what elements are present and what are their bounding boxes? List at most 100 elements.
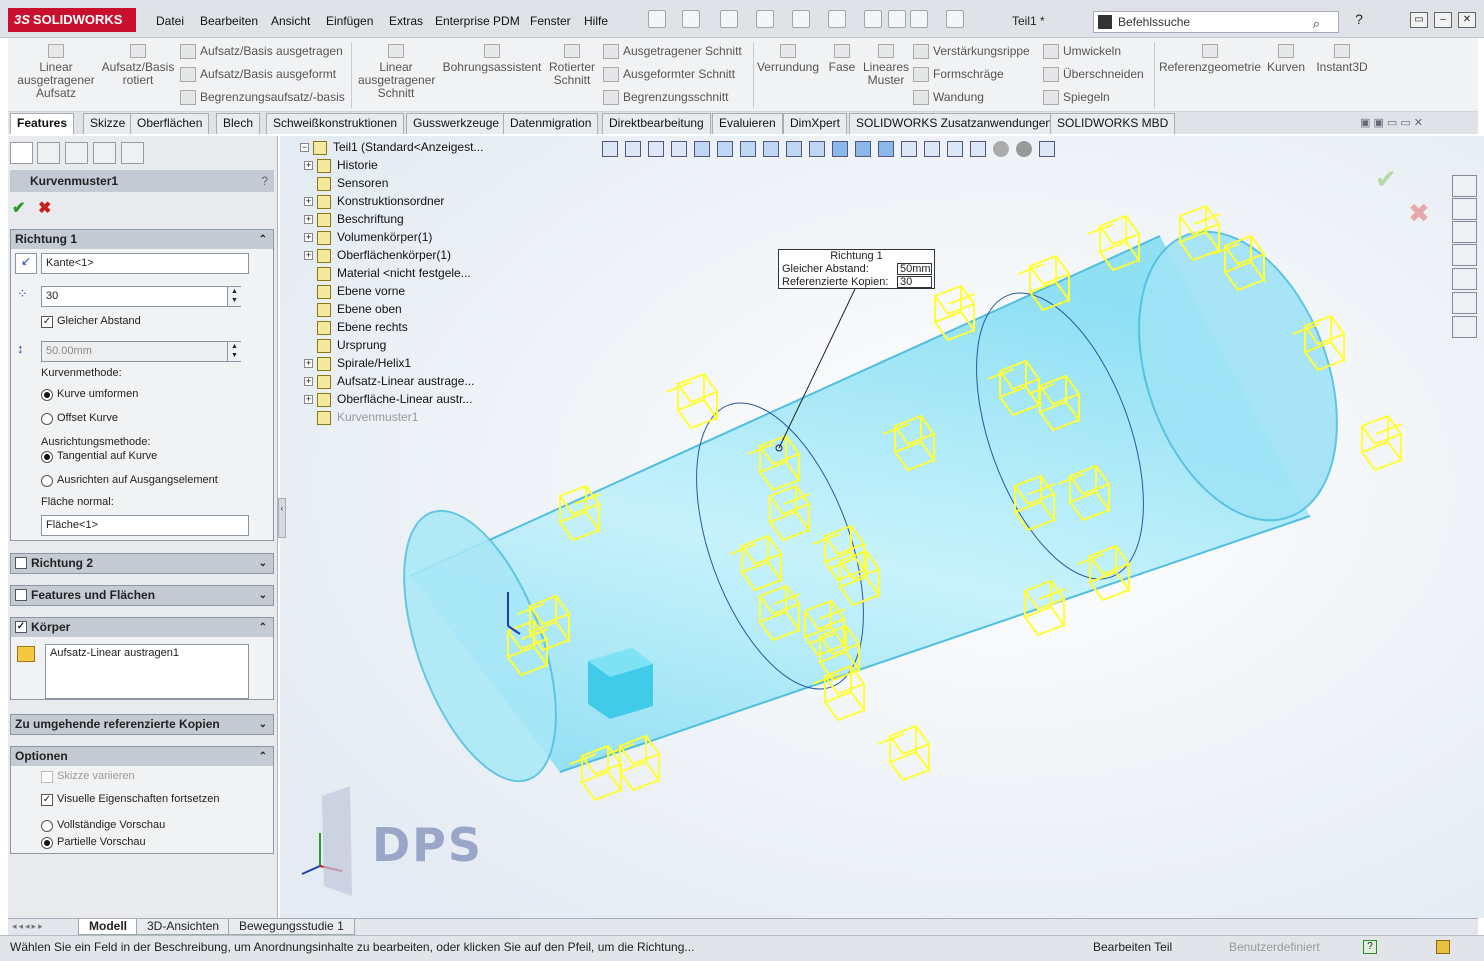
display-style-icon[interactable] [947, 141, 963, 157]
status-units[interactable]: Benutzerdefiniert [1229, 936, 1320, 958]
bodies-list[interactable]: Aufsatz-Linear austragen1 [45, 644, 249, 699]
rib-button[interactable]: Verstärkungsrippe [913, 43, 1030, 59]
menu-bearbeiten[interactable]: Bearbeiten [194, 10, 264, 32]
confirm-ok-icon[interactable]: ✔ [1375, 165, 1397, 195]
section-view-icon[interactable] [671, 141, 687, 157]
tab-datenmigration[interactable]: Datenmigration [503, 113, 599, 134]
partial-preview-radio[interactable] [41, 837, 53, 849]
propagate-visual-checkbox[interactable]: ✓ [41, 794, 53, 806]
linear-pattern-button[interactable]: Lineares Muster [863, 44, 909, 87]
tab-gusswerkzeuge[interactable]: Gusswerkzeuge [406, 113, 507, 134]
tab-3d-views[interactable]: 3D-Ansichten [136, 919, 231, 935]
tab-evaluieren[interactable]: Evaluieren [712, 113, 783, 134]
tree-item[interactable]: + Spirale/Helix1 [300, 354, 411, 372]
view-palette-icon[interactable] [1452, 244, 1477, 266]
tree-item[interactable]: + Historie [300, 156, 378, 174]
reverse-direction-icon[interactable]: ↙ [15, 253, 37, 274]
open-icon[interactable] [682, 10, 700, 28]
view-cube-back-icon[interactable] [717, 141, 733, 157]
zoom-icon[interactable] [946, 10, 964, 28]
tree-item[interactable]: Ebene vorne [300, 282, 405, 300]
equal-spacing-checkbox[interactable]: ✓ [41, 316, 53, 328]
view-cube-left-icon[interactable] [740, 141, 756, 157]
solidworks-forum-icon[interactable] [1452, 316, 1477, 338]
view-settings-icon[interactable] [1039, 141, 1055, 157]
tab-schweisskonstruktionen[interactable]: Schweißkonstruktionen [266, 113, 405, 134]
full-preview-radio[interactable] [41, 820, 53, 832]
shell-button[interactable]: Wandung [913, 89, 984, 105]
view-cube-right-icon[interactable] [763, 141, 779, 157]
wrap-button[interactable]: Umwickeln [1043, 43, 1121, 59]
collapse-icon[interactable]: ⌃ [259, 747, 267, 766]
tree-item[interactable]: + Beschriftung [300, 210, 404, 228]
appearances-icon[interactable] [1452, 268, 1477, 290]
restore-icon[interactable]: ▭ [1410, 12, 1428, 28]
curves-button[interactable]: Kurven [1264, 44, 1308, 74]
tab-window-controls[interactable]: ▣ ▣ ▭ ▭ ✕ [1360, 116, 1470, 129]
options-icon[interactable] [910, 10, 928, 28]
direction1-header[interactable]: Richtung 1 ⌃ [11, 230, 273, 249]
view-orientation-icon[interactable] [924, 141, 940, 157]
tree-item[interactable]: + Oberflächenkörper(1) [300, 246, 451, 264]
menu-hilfe[interactable]: Hilfe [578, 10, 614, 32]
custom-properties-icon[interactable] [1452, 292, 1477, 314]
tab-scroll-arrows[interactable]: ◂◂◂▸▸ [12, 921, 45, 932]
display-manager-tab-icon[interactable] [121, 142, 144, 164]
menu-ansicht[interactable]: Ansicht [265, 10, 316, 32]
bodies-checkbox[interactable]: ✓ [15, 621, 27, 633]
previous-view-icon[interactable] [648, 141, 664, 157]
tab-oberflaechen[interactable]: Oberflächen [130, 113, 210, 134]
revolved-boss-button[interactable]: Aufsatz/Basis rotiert [100, 44, 176, 87]
dimxpert-manager-tab-icon[interactable] [93, 142, 116, 164]
fillet-button[interactable]: Verrundung [756, 44, 820, 74]
ok-check-icon[interactable]: ✔ [12, 198, 25, 218]
tree-item[interactable]: Ursprung [300, 336, 386, 354]
tree-item[interactable]: − Teil1 (Standard<Anzeigest... [300, 138, 483, 156]
pattern-callout[interactable]: Richtung 1 Gleicher Abstand: 50mm Refere… [778, 249, 935, 289]
zoom-to-fit-icon[interactable] [602, 141, 618, 157]
file-explorer-icon[interactable] [1452, 221, 1477, 243]
command-search-input[interactable]: Befehlssuche ⌕ [1093, 11, 1339, 33]
search-scope-icon[interactable] [1098, 15, 1112, 29]
configuration-manager-tab-icon[interactable] [65, 142, 88, 164]
vary-sketch-checkbox[interactable] [41, 771, 53, 783]
lofted-boss-button[interactable]: Aufsatz/Basis ausgeformt [180, 66, 336, 82]
align-seed-radio[interactable] [41, 475, 53, 487]
tree-expand-icon[interactable]: + [304, 377, 313, 387]
tree-item[interactable]: + Aufsatz-Linear austrage... [300, 372, 474, 390]
face-normal-field[interactable]: Fläche<1> [41, 515, 249, 536]
zoom-area-icon[interactable] [625, 141, 641, 157]
tree-expand-icon[interactable]: + [304, 251, 313, 261]
tab-dimxpert[interactable]: DimXpert [783, 113, 848, 134]
solidworks-logo[interactable]: 3S SOLIDWORKS [8, 8, 136, 32]
direction-edge-field[interactable]: Kante<1> [41, 253, 249, 274]
help-icon[interactable]: ? [261, 170, 268, 192]
feature-manager-tab-icon[interactable] [10, 142, 33, 164]
tree-item[interactable]: Ebene oben [300, 300, 402, 318]
panel-collapse-handle[interactable]: ‹ [278, 498, 286, 538]
tree-item[interactable]: Ebene rechts [300, 318, 408, 336]
instances-count-field[interactable]: 30 [41, 286, 241, 307]
lofted-cut-button[interactable]: Ausgeformter Schnitt [603, 66, 735, 82]
tab-skizze[interactable]: Skizze [83, 113, 133, 134]
appearance-icon[interactable] [993, 141, 1009, 157]
chamfer-button[interactable]: Fase [824, 44, 860, 74]
collapse-icon[interactable]: ⌃ [259, 618, 267, 637]
reference-geometry-button[interactable]: Referenzgeometrie [1158, 44, 1262, 74]
close-icon[interactable]: ✕ [1458, 12, 1476, 28]
intersect-button[interactable]: Überschneiden [1043, 66, 1144, 82]
tab-solidworks-add-ins[interactable]: SOLIDWORKS Zusatzanwendungen [849, 113, 1060, 134]
help-icon[interactable]: ? [1350, 12, 1368, 28]
tab-blech[interactable]: Blech [216, 113, 261, 134]
expand-icon[interactable]: ⌄ [259, 554, 267, 573]
extruded-boss-button[interactable]: Linear ausgetragener Aufsatz [16, 44, 96, 100]
boundary-boss-button[interactable]: Begrenzungsaufsatz/-basis [180, 89, 345, 105]
instances-spinner[interactable]: ▲ ▼ [227, 287, 241, 306]
instant3d-button[interactable]: Instant3D [1312, 44, 1372, 74]
save-icon[interactable] [720, 10, 738, 28]
confirm-cancel-icon[interactable]: ✖ [1408, 199, 1430, 229]
tree-expand-icon[interactable]: + [304, 197, 313, 207]
tree-expand-icon[interactable]: − [300, 143, 309, 153]
mirror-button[interactable]: Spiegeln [1043, 89, 1110, 105]
swept-boss-button[interactable]: Aufsatz/Basis ausgetragen [180, 43, 343, 59]
